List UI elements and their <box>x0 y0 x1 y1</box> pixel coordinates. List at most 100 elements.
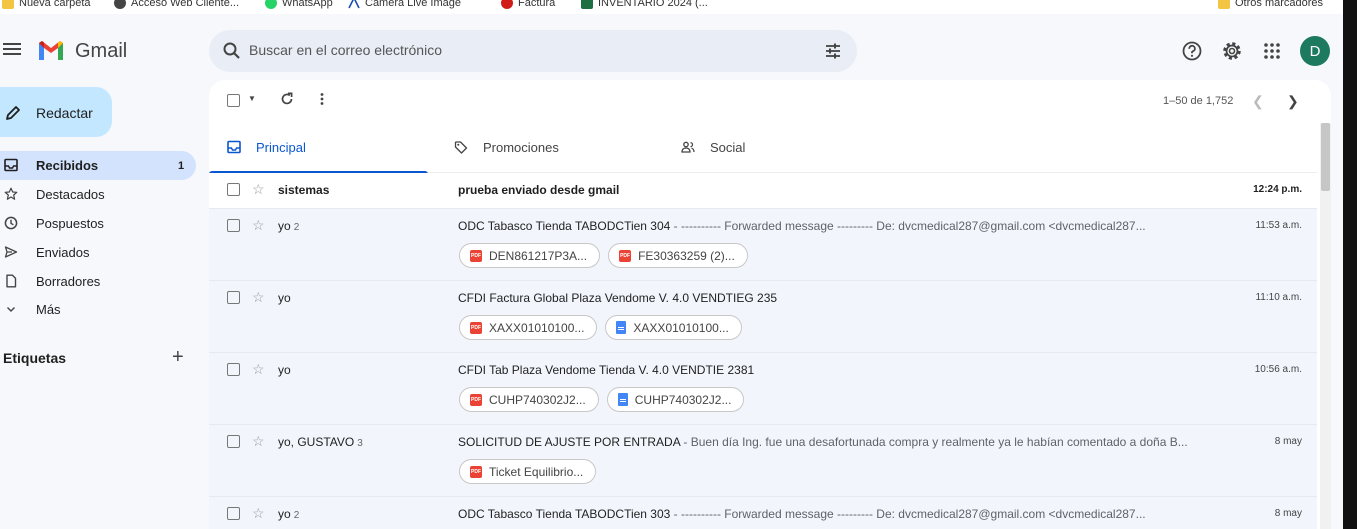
bookmark-acceso-web[interactable]: Acceso Web Cliente... <box>114 0 239 9</box>
email-time: 11:53 a.m. <box>1255 220 1302 231</box>
star-icon[interactable]: ☆ <box>252 433 265 450</box>
sender-name: yo <box>278 219 291 233</box>
main-menu-icon[interactable] <box>3 40 21 60</box>
scrollbar-thumb[interactable] <box>1321 123 1330 191</box>
attachment-chip[interactable]: CUHP740302J2... <box>606 387 745 412</box>
inbox-icon <box>4 158 18 172</box>
tab-label: Social <box>710 140 746 155</box>
help-icon[interactable] <box>1181 40 1203 62</box>
bookmark-whatsapp[interactable]: WhatsApp <box>265 0 333 9</box>
sidebar-item-label: Destacados <box>36 187 105 202</box>
unread-count: 1 <box>178 159 185 172</box>
search-input[interactable] <box>249 42 809 58</box>
email-summary: CFDI Factura Global Plaza Vendome V. 4.0… <box>458 291 1218 305</box>
document-icon <box>617 393 628 406</box>
tab-social[interactable]: Social <box>663 124 882 173</box>
email-subject: CFDI Tab Plaza Vendome Tienda V. 4.0 VEN… <box>458 363 755 377</box>
row-checkbox[interactable] <box>227 291 240 304</box>
tab-label: Promociones <box>483 140 559 155</box>
settings-gear-icon[interactable] <box>1221 40 1243 62</box>
scrollbar[interactable] <box>1320 123 1331 529</box>
star-icon[interactable]: ☆ <box>252 505 265 522</box>
compose-button[interactable]: Redactar <box>0 87 112 137</box>
email-time: 10:56 a.m. <box>1254 364 1302 375</box>
email-sender: yo 2 <box>278 507 299 521</box>
filter-options-icon[interactable] <box>823 41 843 61</box>
previous-page-icon[interactable]: ❮ <box>1252 93 1264 110</box>
select-all-checkbox[interactable] <box>227 94 240 107</box>
search-icon[interactable] <box>222 41 242 61</box>
sidebar-item-recibidos[interactable]: Recibidos 1 <box>0 151 196 180</box>
select-dropdown-icon[interactable]: ▼ <box>248 94 256 103</box>
attachment-chip[interactable]: PDF Ticket Equilibrio... <box>459 459 597 484</box>
star-icon[interactable]: ☆ <box>252 289 265 306</box>
apps-grid-icon[interactable] <box>1261 40 1283 62</box>
email-time: 8 may <box>1274 508 1302 519</box>
email-row[interactable]: ☆ yo 2 ODC Tabasco Tienda TABODCTien 303 - … <box>209 497 1317 529</box>
refresh-icon[interactable] <box>280 92 294 106</box>
email-row[interactable]: ☆ yo CFDI Factura Global Plaza Vendome V. … <box>209 281 1317 353</box>
bookmark-factura[interactable]: Factura <box>501 0 555 9</box>
clock-icon <box>4 216 18 230</box>
attachment-chip[interactable]: XAXX01010100... <box>605 315 742 340</box>
sidebar-item-borradores[interactable]: Borradores <box>0 267 196 296</box>
email-row[interactable]: ☆ yo CFDI Tab Plaza Vendome Tienda V. 4.0 … <box>209 353 1317 425</box>
tab-promociones[interactable]: Promociones <box>436 124 655 173</box>
sidebar-item-label: Enviados <box>36 245 90 260</box>
sidebar-item-pospuestos[interactable]: Pospuestos <box>0 209 196 238</box>
search-bar[interactable] <box>209 30 857 72</box>
compose-label: Redactar <box>36 105 93 121</box>
email-row[interactable]: ☆ yo 2 ODC Tabasco Tienda TABODCTien 304 - … <box>209 209 1317 281</box>
sidebar-item-label: Borradores <box>36 274 101 289</box>
sidebar-item-enviados[interactable]: Enviados <box>0 238 196 267</box>
row-checkbox[interactable] <box>227 363 240 376</box>
star-icon[interactable]: ☆ <box>252 361 265 378</box>
star-icon[interactable]: ☆ <box>252 217 265 234</box>
email-sender: sistemas <box>278 183 332 197</box>
row-checkbox[interactable] <box>227 183 240 196</box>
attachment-name: FE30363259 (2)... <box>638 248 735 263</box>
attachment-chip[interactable]: PDF XAXX01010100... <box>459 315 598 340</box>
row-checkbox[interactable] <box>227 219 240 232</box>
attachment-chip[interactable]: PDF CUHP740302J2... <box>459 387 599 412</box>
email-time: 8 may <box>1274 436 1302 447</box>
next-page-icon[interactable]: ❯ <box>1287 93 1299 110</box>
attachment-name: CUHP740302J2... <box>634 392 732 407</box>
email-row[interactable]: ☆ yo, GUSTAVO 3 SOLICITUD DE AJUSTE POR ENT… <box>209 425 1317 497</box>
email-subject: ODC Tabasco Tienda TABODCTien 303 <box>458 507 671 521</box>
email-row[interactable]: ☆ sistemas prueba enviado desde gmail 12:24… <box>209 173 1317 209</box>
sidebar-item-destacados[interactable]: Destacados <box>0 180 196 209</box>
attachment-list: PDF XAXX01010100... XAXX01010100... <box>459 315 742 340</box>
sidebar-item-mas[interactable]: Más <box>0 295 196 324</box>
sender-name: yo, GUSTAVO <box>278 435 355 449</box>
thread-count: 3 <box>357 438 363 449</box>
send-icon <box>4 246 18 258</box>
email-summary: ODC Tabasco Tienda TABODCTien 303 - ----… <box>458 507 1218 521</box>
attachment-name: XAXX01010100... <box>489 320 585 335</box>
globe-icon <box>114 0 126 9</box>
attachment-chip[interactable]: PDF FE30363259 (2)... <box>608 243 748 268</box>
factura-icon <box>501 0 513 9</box>
attachment-chip[interactable]: PDF DEN861217P3A... <box>459 243 601 268</box>
row-checkbox[interactable] <box>227 507 240 520</box>
email-sender: yo 2 <box>278 219 299 233</box>
tab-principal[interactable]: Principal <box>209 124 428 174</box>
sender-name: sistemas <box>278 183 330 197</box>
tab-label: Principal <box>256 140 306 155</box>
bookmark-inventario[interactable]: INVENTARIO 2024 (... <box>581 0 708 9</box>
more-options-icon[interactable] <box>317 92 327 106</box>
bookmark-nueva-carpeta[interactable]: Nueva carpeta <box>2 0 91 9</box>
account-avatar[interactable]: D <box>1300 36 1330 66</box>
add-label-icon[interactable]: + <box>172 347 184 367</box>
draft-icon <box>6 274 17 288</box>
email-subject: prueba enviado desde gmail <box>458 183 620 197</box>
inbox-icon <box>227 140 241 154</box>
bookmark-otros[interactable]: Otros marcadores <box>1218 0 1323 9</box>
bookmark-camera[interactable]: Camera Live Image <box>348 0 461 9</box>
star-icon[interactable]: ☆ <box>252 181 265 198</box>
pagination-range: 1–50 de 1,752 <box>1163 95 1234 107</box>
row-checkbox[interactable] <box>227 435 240 448</box>
bookmark-label: Nueva carpeta <box>19 0 91 9</box>
sender-name: yo <box>278 291 291 305</box>
sidebar-item-label: Más <box>36 302 61 317</box>
